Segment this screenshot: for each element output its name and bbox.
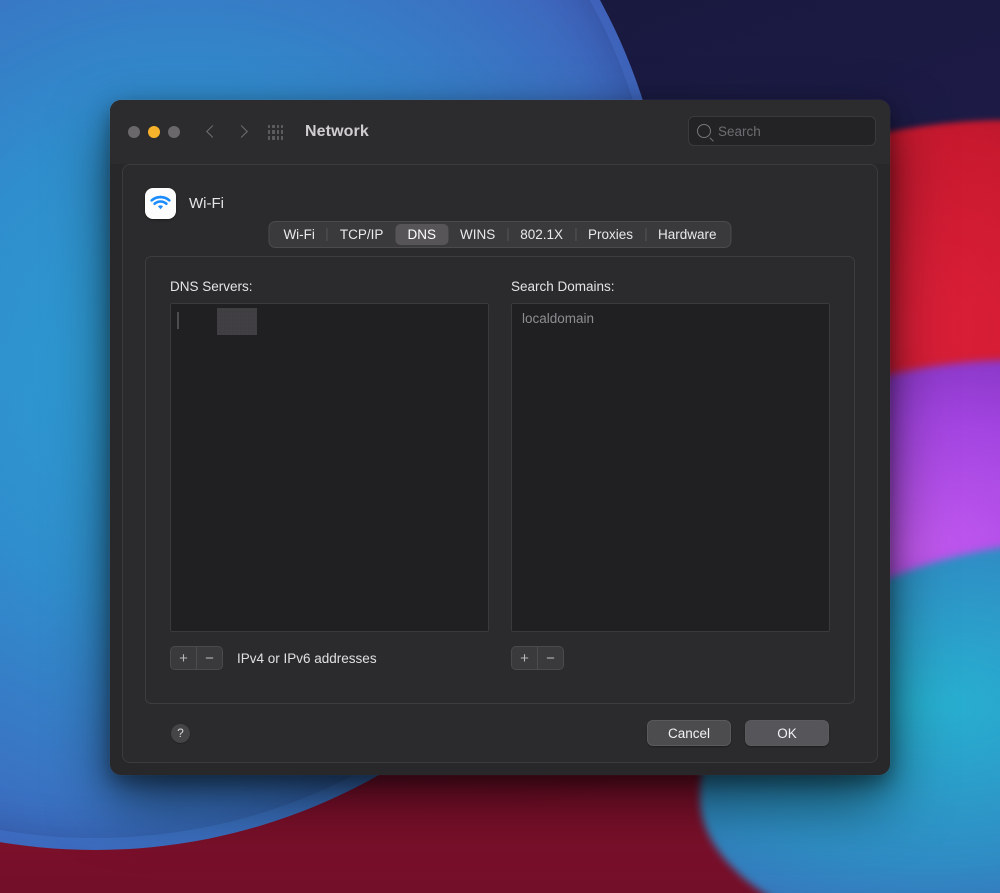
minimize-button-icon[interactable]: [148, 126, 160, 138]
list-item[interactable]: localdomain: [512, 304, 829, 326]
tab-bar: Wi-Fi TCP/IP DNS WINS 802.1X Proxies Har…: [268, 221, 731, 248]
tab-dns[interactable]: DNS: [395, 224, 448, 245]
search-domains-label: Search Domains:: [511, 279, 830, 294]
dns-panel: DNS Servers: + − IPv4 or IPv6 addresses: [145, 256, 855, 704]
search-domains-controls: + −: [511, 643, 830, 673]
sheet-footer: ? Cancel OK: [145, 704, 855, 762]
tab-hardware[interactable]: Hardware: [646, 224, 729, 245]
tab-wifi[interactable]: Wi-Fi: [271, 224, 326, 245]
chevron-right-icon[interactable]: [234, 124, 250, 140]
dns-servers-column: DNS Servers: + − IPv4 or IPv6 addresses: [170, 279, 489, 703]
help-button[interactable]: ?: [171, 724, 190, 743]
search-domains-list[interactable]: localdomain: [511, 303, 830, 632]
dns-settings-sheet: Wi-Fi Wi-Fi TCP/IP DNS WINS 802.1X Proxi…: [122, 164, 878, 763]
drag-handle-block[interactable]: [217, 308, 257, 335]
text-caret: [177, 312, 179, 329]
ok-button[interactable]: OK: [745, 720, 829, 746]
add-search-domain-button[interactable]: +: [512, 647, 537, 669]
navigation-buttons: [204, 124, 250, 140]
dns-servers-list[interactable]: [170, 303, 489, 632]
desktop-wallpaper: Network Search Wi-Fi: [0, 0, 1000, 893]
cancel-button[interactable]: Cancel: [647, 720, 731, 746]
add-dns-server-button[interactable]: +: [171, 647, 196, 669]
search-field[interactable]: Search: [688, 116, 876, 146]
tab-bar-wrapper: Wi-Fi TCP/IP DNS WINS 802.1X Proxies Har…: [145, 223, 855, 245]
search-domains-column: Search Domains: localdomain + −: [511, 279, 830, 703]
dns-servers-hint: IPv4 or IPv6 addresses: [237, 651, 377, 666]
remove-search-domain-button[interactable]: −: [537, 647, 563, 669]
tab-tcpip[interactable]: TCP/IP: [328, 224, 396, 245]
network-preferences-window: Network Search Wi-Fi: [110, 100, 890, 775]
remove-dns-server-button[interactable]: −: [196, 647, 222, 669]
grid-icon[interactable]: [268, 125, 283, 140]
footer-actions: Cancel OK: [647, 720, 829, 746]
dns-servers-controls: + − IPv4 or IPv6 addresses: [170, 643, 489, 673]
dns-servers-label: DNS Servers:: [170, 279, 489, 294]
close-button-icon[interactable]: [128, 126, 140, 138]
search-icon: [697, 124, 711, 138]
zoom-button-icon[interactable]: [168, 126, 180, 138]
traffic-light-group: [128, 126, 180, 138]
page-title: Network: [305, 123, 369, 141]
search-domains-add-remove-group: + −: [511, 646, 564, 670]
chevron-left-icon[interactable]: [204, 124, 220, 140]
tab-8021x[interactable]: 802.1X: [508, 224, 575, 245]
dns-servers-add-remove-group: + −: [170, 646, 223, 670]
wifi-icon: [145, 188, 176, 219]
service-name-label: Wi-Fi: [189, 195, 224, 212]
tab-proxies[interactable]: Proxies: [576, 224, 645, 245]
service-header: Wi-Fi: [145, 183, 855, 223]
window-titlebar: Network Search: [110, 100, 890, 164]
search-placeholder: Search: [718, 124, 761, 139]
tab-wins[interactable]: WINS: [448, 224, 507, 245]
